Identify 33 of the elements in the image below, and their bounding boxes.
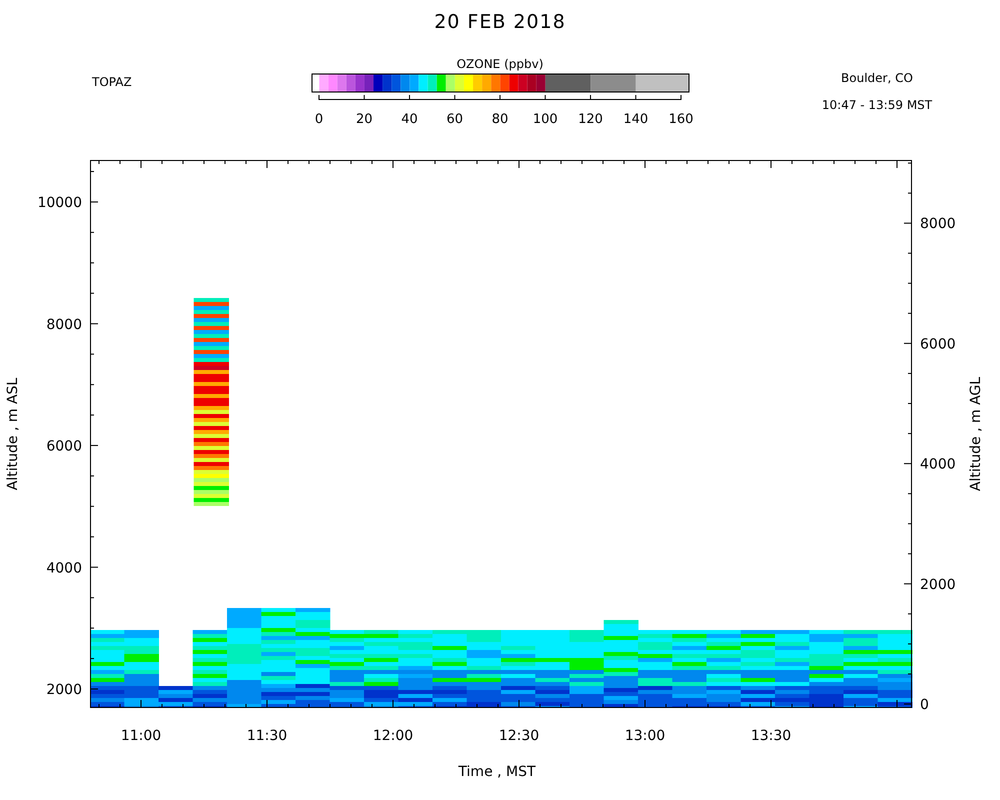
location-label: Boulder, CO (841, 70, 913, 87)
axis-tick-label: 0 (920, 697, 929, 713)
axis-tick-label: 12:00 (372, 728, 414, 744)
colorbar-title: OZONE (ppbv) (456, 57, 544, 71)
axis-tick-label: 4000 (46, 560, 82, 576)
colorbar-tick-label: 60 (446, 112, 464, 127)
axis-title: Altitude , m ASL (5, 378, 21, 490)
axis-title: Altitude , m AGL (968, 376, 984, 492)
axis-tick-label: 11:00 (120, 728, 162, 744)
colorbar-tick-label: 80 (492, 112, 508, 127)
axis-tick-label: 13:00 (624, 728, 666, 744)
chart-title: 20 FEB 2018 (434, 10, 566, 34)
colorbar-tick-label: 0 (314, 112, 324, 127)
axis-tick-label: 10000 (37, 195, 82, 211)
axis-tick-label: 4000 (920, 456, 956, 473)
colorbar-tick-label: 100 (532, 112, 558, 127)
axis-tick-label: 13:30 (750, 728, 792, 744)
station-name: TOPAZ (92, 75, 132, 89)
axis-tick-label: 6000 (46, 438, 82, 454)
axis-tick-label: 11:30 (246, 728, 288, 744)
colorbar-tick-label: 20 (356, 112, 373, 127)
axis-tick-label: 12:30 (498, 728, 540, 744)
axis-tick-label: 2000 (920, 576, 956, 593)
axis-tick-label: 2000 (46, 682, 82, 698)
time-range: 10:47 - 13:59 MST (822, 97, 932, 114)
axis-title: Time , MST (458, 764, 536, 780)
colorbar-tick-label: 40 (401, 112, 418, 127)
colorbar-tick-label: 120 (578, 112, 603, 127)
axis-tick-label: 8000 (920, 216, 956, 232)
axis-tick-label: 8000 (46, 316, 82, 333)
axis-tick-label: 6000 (920, 336, 956, 352)
colorbar-tick-label: 160 (668, 112, 694, 127)
colorbar-tick-label: 140 (623, 112, 648, 127)
